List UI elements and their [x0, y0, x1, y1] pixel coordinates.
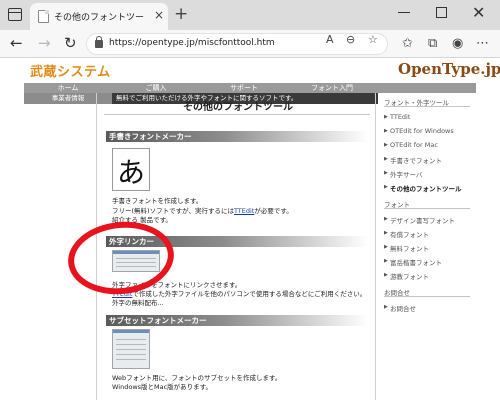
subset-font-screenshot[interactable]: [112, 329, 150, 369]
profile-icon[interactable]: ◉: [452, 36, 463, 51]
sidebar-item-contact[interactable]: お問合せ: [390, 303, 416, 313]
read-aloud-icon[interactable]: A: [326, 33, 334, 46]
section-text: 外字の無料配布...: [112, 299, 164, 307]
sidebar-item-otedit-mac[interactable]: OTEdit for Mac: [390, 141, 438, 149]
url-text[interactable]: https://opentype.jp/miscfonttool.htm: [109, 38, 275, 48]
sidebar-item-other-tools[interactable]: その他のフォントツール: [390, 183, 462, 193]
tab-strip: その他のフォントツール | フォント・外字エ × + ✕: [0, 0, 500, 30]
site-header: 武蔵システム OpenType.jp: [0, 59, 500, 83]
menu-item-home[interactable]: ホーム: [24, 83, 112, 93]
bullet-icon: ▶: [384, 156, 388, 162]
section-label: 手書きフォントメーカー: [109, 132, 192, 141]
bullet-icon: ▶: [384, 170, 388, 176]
reload-icon[interactable]: ↻: [64, 34, 77, 52]
sidebar-item-kyokasho-font[interactable]: 游教フォント: [390, 271, 429, 281]
browser-tab[interactable]: その他のフォントツール | フォント・外字エ ×: [30, 3, 168, 30]
sidebar: フォント・外字ツール ▶ TTEdit ▶ OTEdit for Windows…: [378, 93, 476, 400]
menu-item-support[interactable]: サポート: [200, 83, 288, 93]
maximize-icon[interactable]: [436, 7, 447, 18]
site-logo[interactable]: 武蔵システム: [30, 61, 111, 80]
bullet-icon: ▶: [384, 244, 388, 250]
section-text: フリー(無料)ソフトですが、実行するにはTTEditが必要です。: [112, 207, 293, 215]
bullet-icon: ▶: [384, 142, 388, 148]
sidebar-divider: [384, 208, 470, 209]
sidebar-divider: [384, 106, 470, 107]
section-header-handwriting: 手書きフォントメーカー: [106, 131, 368, 142]
bullet-icon: ▶: [384, 258, 388, 264]
tab-close-icon[interactable]: ×: [154, 8, 164, 22]
bullet-icon: ▶: [384, 114, 388, 120]
sidebar-item-otedit-windows[interactable]: OTEdit for Windows: [390, 127, 454, 135]
tab-actions-icon[interactable]: [8, 8, 22, 21]
site-brand[interactable]: OpenType.jp: [398, 60, 500, 78]
sidebar-item-handwriting[interactable]: 手書きでフォント: [390, 155, 442, 165]
sidebar-item-paid-font[interactable]: 有償フォント: [390, 229, 429, 239]
sidebar-item-free-font[interactable]: 無料フォント: [390, 243, 429, 253]
section-label: サブセットフォントメーカー: [109, 316, 207, 325]
section-text: Webフォント用に、フォントのサブセットを作成します。: [112, 374, 282, 382]
hiragana-a-glyph: あ: [117, 156, 146, 189]
tab-title: その他のフォントツール | フォント・外字エ: [54, 13, 144, 23]
favorite-icon[interactable]: ☆: [368, 33, 378, 46]
zoom-icon[interactable]: ⊖: [346, 33, 355, 46]
menu-item-purchase[interactable]: ご購入: [112, 83, 200, 93]
page-favicon-icon: [38, 10, 49, 23]
bullet-icon: ▶: [384, 216, 388, 222]
more-icon[interactable]: ⋯: [476, 36, 489, 51]
sidebar-item-gaiji-server[interactable]: 外字サーバ: [390, 169, 422, 179]
section-header-subset-font: サブセットフォントメーカー: [106, 315, 368, 326]
new-tab-icon[interactable]: +: [174, 4, 188, 24]
handwriting-font-thumbnail[interactable]: あ: [112, 148, 150, 191]
close-window-icon[interactable]: ✕: [472, 3, 485, 22]
collections-icon[interactable]: ⧉: [428, 36, 437, 51]
lock-icon[interactable]: [95, 36, 103, 48]
sidebar-divider: [384, 296, 470, 297]
section-text: 手書きフォントを作成します。: [112, 197, 203, 205]
bullet-icon: ▶: [384, 272, 388, 278]
page-title: その他のフォントツール: [183, 102, 293, 113]
menu-item-font-intro[interactable]: フォント入門: [288, 83, 376, 93]
bullet-icon: ▶: [384, 304, 388, 310]
navigation-bar: ← → ↻ https://opentype.jp/miscfonttool.h…: [0, 30, 500, 58]
favorites-icon[interactable]: ✩: [402, 36, 413, 51]
sidebar-item-design-font[interactable]: デザイン書写フォント: [390, 215, 455, 225]
forward-icon[interactable]: →: [38, 34, 51, 52]
minimize-icon[interactable]: [398, 12, 410, 13]
back-icon[interactable]: ←: [10, 34, 23, 52]
bullet-icon: ▶: [384, 230, 388, 236]
section-text: TTEditで作成した外字ファイルを他のパソコンで使用する場合などにご利用くださ…: [112, 290, 367, 298]
sidebar-item-ttedit[interactable]: TTEdit: [390, 113, 410, 121]
address-bar[interactable]: https://opentype.jp/miscfonttool.htm: [86, 33, 388, 55]
title-divider: [104, 114, 370, 115]
site-menu: ホーム ご購入 サポート フォント入門: [24, 83, 476, 93]
ttedit-link[interactable]: TTEdit: [234, 207, 254, 215]
bullet-icon: ▶: [384, 128, 388, 134]
bullet-icon: ▶: [384, 184, 388, 190]
sidebar-item-kaisho-font[interactable]: 富岳楷書フォント: [390, 257, 442, 267]
section-text: Windows版とMac版があります。: [112, 383, 213, 391]
